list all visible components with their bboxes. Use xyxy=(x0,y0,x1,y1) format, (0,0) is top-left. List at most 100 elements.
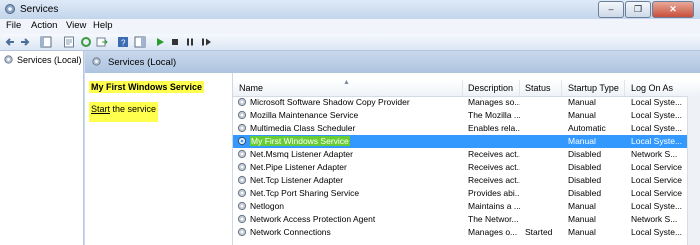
service-log-on-as: Local Service xyxy=(631,175,683,185)
start-service-link[interactable]: Start the service xyxy=(89,102,159,122)
service-log-on-as: Local Service xyxy=(631,188,683,198)
column-description[interactable]: Description xyxy=(468,83,513,93)
service-log-on-as: Local Service xyxy=(631,162,683,172)
service-name: Net.Tcp Port Sharing Service xyxy=(250,188,360,198)
table-row[interactable]: Mozilla Maintenance Service The Mozilla … xyxy=(233,109,700,122)
service-log-on-as: Local Syste... xyxy=(631,110,683,120)
table-row[interactable]: Multimedia Class Scheduler Enables rela.… xyxy=(233,122,700,135)
service-startup-type: Manual xyxy=(568,136,596,146)
start-link-rest[interactable]: the service xyxy=(110,104,157,114)
service-startup-type: Disabled xyxy=(568,149,602,159)
service-gear-icon xyxy=(237,97,247,107)
table-row-selected[interactable]: My First Windows Service Manual Local Sy… xyxy=(233,135,700,148)
service-status: Started xyxy=(525,227,553,237)
service-gear-icon xyxy=(237,149,247,159)
table-row[interactable]: Net.Pipe Listener Adapter Receives act..… xyxy=(233,161,700,174)
close-button[interactable]: ✕ xyxy=(652,1,694,18)
service-description: Manages o... xyxy=(468,227,518,237)
service-gear-icon xyxy=(237,214,247,224)
service-name: Net.Tcp Listener Adapter xyxy=(250,175,344,185)
stop-service-icon[interactable] xyxy=(169,36,181,48)
console-tree: Services (Local) xyxy=(0,51,84,245)
service-gear-icon xyxy=(237,227,247,237)
menu-help[interactable]: Help xyxy=(93,20,113,31)
service-log-on-as: Network S... xyxy=(631,214,678,224)
minimize-button[interactable]: – xyxy=(598,1,624,18)
selected-service-name: My First Windows Service xyxy=(250,136,350,146)
service-name: Mozilla Maintenance Service xyxy=(250,110,359,120)
service-startup-type: Manual xyxy=(568,227,596,237)
service-log-on-as: Network S... xyxy=(631,149,678,159)
service-startup-type: Automatic xyxy=(568,123,606,133)
service-startup-type: Manual xyxy=(568,201,596,211)
table-row[interactable]: Network Connections Manages o... Started… xyxy=(233,226,700,239)
menu-action[interactable]: Action xyxy=(31,20,57,31)
maximize-button[interactable]: ❐ xyxy=(625,1,651,18)
restart-service-icon[interactable] xyxy=(200,36,212,48)
service-name: Multimedia Class Scheduler xyxy=(250,123,356,133)
column-status[interactable]: Status xyxy=(525,83,551,93)
service-log-on-as: Local Syste... xyxy=(631,136,683,146)
table-row[interactable]: Network Access Protection Agent The Netw… xyxy=(233,213,700,226)
service-gear-icon xyxy=(237,162,247,172)
column-log-on-as[interactable]: Log On As xyxy=(631,83,673,93)
service-gear-icon xyxy=(237,123,247,133)
service-startup-type: Disabled xyxy=(568,188,602,198)
table-row[interactable]: Net.Tcp Port Sharing Service Provides ab… xyxy=(233,187,700,200)
service-description-panel: My First Windows Service Start the servi… xyxy=(85,73,232,245)
services-list: ▲ Name Description Status Startup Type L… xyxy=(232,73,700,245)
title-bar[interactable]: Services – ❐ ✕ xyxy=(0,0,700,19)
service-description: The Mozilla ... xyxy=(468,110,520,120)
column-name[interactable]: Name xyxy=(239,83,263,93)
service-description: Maintains a ... xyxy=(468,201,520,211)
service-name: Net.Msmq Listener Adapter xyxy=(250,149,353,159)
properties-icon[interactable] xyxy=(63,36,75,48)
service-startup-type: Disabled xyxy=(568,162,602,172)
sort-ascending-icon: ▲ xyxy=(343,79,350,86)
service-description: Manages so... xyxy=(468,97,520,107)
refresh-icon[interactable] xyxy=(80,36,92,48)
service-log-on-as: Local Syste... xyxy=(631,97,683,107)
toolbar: ? xyxy=(0,34,700,51)
service-description: The Networ... xyxy=(468,214,519,224)
service-description: Receives act... xyxy=(468,162,520,172)
services-window: Services – ❐ ✕ File Action View Help ? S… xyxy=(0,0,700,245)
pause-service-icon[interactable] xyxy=(184,36,196,48)
service-name: Network Connections xyxy=(250,227,331,237)
service-log-on-as: Local Syste... xyxy=(631,201,683,211)
back-arrow-icon[interactable] xyxy=(4,36,16,48)
service-startup-type: Manual xyxy=(568,97,596,107)
svg-text:?: ? xyxy=(121,39,126,48)
menu-view[interactable]: View xyxy=(66,20,86,31)
gear-icon xyxy=(4,55,13,64)
tree-item-services-local[interactable]: Services (Local) xyxy=(3,54,82,65)
console-tree-icon[interactable] xyxy=(40,36,52,48)
table-row[interactable]: Net.Msmq Listener Adapter Receives act..… xyxy=(233,148,700,161)
show-hide-action-pane-icon[interactable] xyxy=(134,36,146,48)
vertical-scrollbar[interactable] xyxy=(687,96,700,245)
start-service-icon[interactable] xyxy=(154,36,166,48)
selected-service-title: My First Windows Service xyxy=(89,81,204,93)
service-log-on-as: Local Syste... xyxy=(631,227,683,237)
table-row[interactable]: Netlogon Maintains a ... Manual Local Sy… xyxy=(233,200,700,213)
service-description: Receives act... xyxy=(468,175,520,185)
menu-file[interactable]: File xyxy=(6,20,21,31)
export-list-icon[interactable] xyxy=(96,36,108,48)
service-name: Microsoft Software Shadow Copy Provider xyxy=(250,97,410,107)
main-pane-header: Services (Local) xyxy=(85,51,700,73)
service-description: Enables rela... xyxy=(468,123,520,133)
service-gear-icon xyxy=(237,110,247,120)
start-link-word[interactable]: Start xyxy=(91,104,110,114)
main-pane-title: Services (Local) xyxy=(108,57,177,68)
column-startup-type[interactable]: Startup Type xyxy=(568,83,619,93)
forward-arrow-icon[interactable] xyxy=(19,36,31,48)
service-startup-type: Manual xyxy=(568,110,596,120)
table-row[interactable]: Microsoft Software Shadow Copy Provider … xyxy=(233,96,700,109)
service-startup-type: Manual xyxy=(568,214,596,224)
service-startup-type: Disabled xyxy=(568,175,602,185)
help-icon[interactable]: ? xyxy=(117,36,129,48)
column-header-row: ▲ Name Description Status Startup Type L… xyxy=(233,79,700,97)
service-log-on-as: Local Syste... xyxy=(631,123,683,133)
service-gear-icon xyxy=(237,175,247,185)
table-row[interactable]: Net.Tcp Listener Adapter Receives act...… xyxy=(233,174,700,187)
